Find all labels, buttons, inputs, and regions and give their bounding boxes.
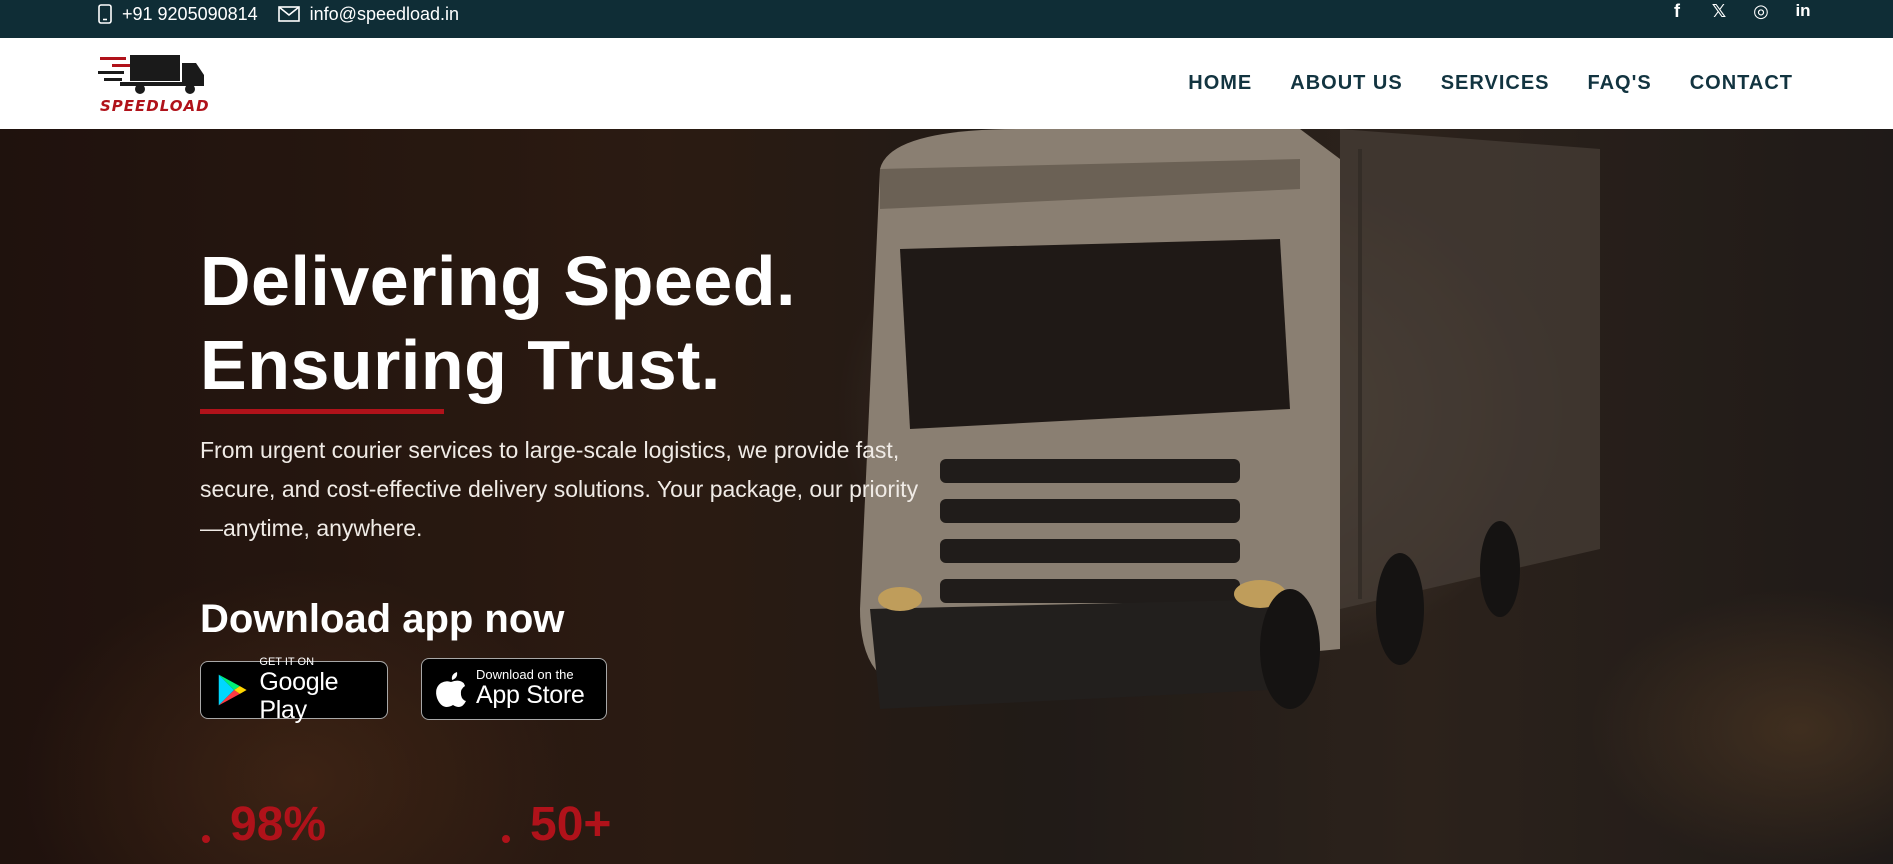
- google-play-icon: [218, 674, 247, 706]
- apple-icon: [436, 672, 466, 707]
- nav-faqs[interactable]: FAQ'S: [1588, 72, 1652, 95]
- linkedin-icon[interactable]: in: [1793, 1, 1813, 21]
- logo-text: SPEEDLOAD: [100, 97, 210, 115]
- hero-section: Delivering Speed. Ensuring Trust. From u…: [0, 129, 1893, 864]
- facebook-icon[interactable]: f: [1667, 1, 1687, 21]
- x-icon[interactable]: 𝕏: [1709, 1, 1729, 21]
- stat-dot: [502, 835, 510, 843]
- nav-about-us[interactable]: ABOUT US: [1290, 72, 1402, 95]
- stat-value-percent: 98%: [230, 798, 327, 851]
- contact-info: +91 9205090814 info@speedload.in: [98, 0, 469, 28]
- stats-row: 98% 50+: [200, 797, 800, 857]
- phone-number[interactable]: +91 9205090814: [122, 4, 258, 25]
- top-bar: +91 9205090814 info@speedload.in f 𝕏 ◎ i…: [0, 0, 1893, 38]
- hero-subtext: From urgent courier services to large-sc…: [200, 437, 919, 541]
- phone-contact[interactable]: +91 9205090814: [98, 4, 258, 25]
- app-store-big-text: App Store: [476, 681, 585, 709]
- email-address[interactable]: info@speedload.in: [310, 4, 459, 25]
- google-play-big-text: Google Play: [259, 668, 339, 724]
- stat-item: 98%: [200, 797, 500, 857]
- site-header: SPEEDLOAD HOME ABOUT US SERVICES FAQ'S C…: [0, 38, 1893, 129]
- social-links: f 𝕏 ◎ in: [1667, 0, 1813, 22]
- headline-underline: [200, 409, 444, 414]
- headline-line-1: Delivering Speed.: [200, 242, 796, 320]
- app-store-small-text: Download on the: [476, 667, 574, 682]
- stat-dot: [202, 835, 210, 843]
- hero-headline: Delivering Speed. Ensuring Trust.: [200, 239, 960, 407]
- nav-contact[interactable]: CONTACT: [1690, 72, 1793, 95]
- truck-logo-icon: [98, 55, 204, 94]
- google-play-button[interactable]: GET IT ON Google Play: [200, 656, 388, 724]
- mail-icon: [277, 6, 300, 22]
- email-contact[interactable]: info@speedload.in: [277, 4, 459, 25]
- headline-line-2: Ensuring Trust.: [200, 326, 721, 404]
- app-store-button[interactable]: Download on the App Store: [421, 658, 607, 720]
- main-nav: HOME ABOUT US SERVICES FAQ'S CONTACT: [1188, 38, 1793, 129]
- download-app-heading: Download app now: [200, 597, 565, 641]
- nav-services[interactable]: SERVICES: [1441, 72, 1550, 95]
- google-play-small-text: GET IT ON: [259, 656, 315, 668]
- logo[interactable]: SPEEDLOAD: [98, 51, 210, 117]
- stat-item: 50+: [500, 797, 800, 857]
- instagram-icon[interactable]: ◎: [1751, 1, 1771, 21]
- stat-value-count: 50+: [530, 798, 612, 851]
- nav-home[interactable]: HOME: [1188, 72, 1252, 95]
- phone-icon: [98, 4, 112, 24]
